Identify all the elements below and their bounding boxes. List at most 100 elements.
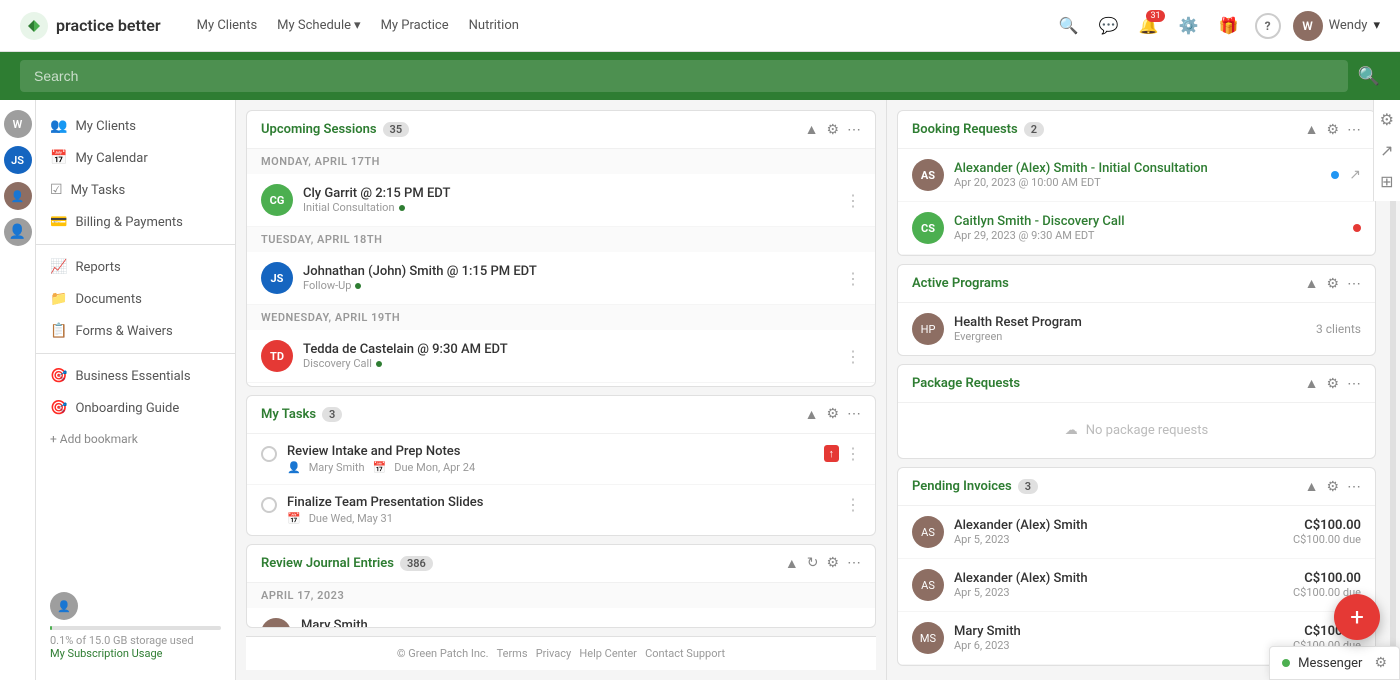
- right-settings-button[interactable]: ⚙: [1380, 110, 1394, 129]
- task-actions-1: ↑ ⋮: [824, 444, 862, 463]
- sidebar-item-reports[interactable]: 📈 Reports: [36, 251, 235, 283]
- footer-privacy[interactable]: Privacy: [536, 647, 572, 660]
- invoice-date-2: Apr 5, 2023: [954, 586, 1283, 599]
- upcoming-sessions-settings[interactable]: ⚙: [826, 122, 839, 138]
- date-monday: MONDAY, APRIL 17TH: [247, 149, 875, 174]
- clients-icon: 👥: [50, 118, 67, 134]
- session-avatar-td: TD: [261, 340, 293, 372]
- active-programs-collapse[interactable]: ▲: [1305, 275, 1319, 292]
- package-requests-more[interactable]: ⋯: [1347, 376, 1361, 392]
- program-clients-1: 3 clients: [1316, 322, 1361, 336]
- package-requests-settings[interactable]: ⚙: [1326, 376, 1339, 392]
- side-avatar-js[interactable]: JS: [4, 146, 32, 174]
- active-programs-header: Active Programs ▲ ⚙ ⋯: [898, 265, 1375, 303]
- nav-links: My Clients My Schedule My Practice Nutri…: [197, 18, 1031, 33]
- upcoming-sessions-more[interactable]: ⋯: [847, 122, 861, 138]
- nav-my-clients[interactable]: My Clients: [197, 18, 258, 33]
- nav-actions: 🔍 💬 🔔 31 ⚙️ 🎁 ? W Wendy ▾: [1055, 11, 1380, 41]
- sidebar-item-my-clients[interactable]: 👥 My Clients: [36, 110, 235, 142]
- invoice-avatar-1: AS: [912, 516, 944, 548]
- my-tasks-header: My Tasks 3 ▲ ⚙ ⋯: [247, 396, 875, 434]
- footer-contact[interactable]: Contact Support: [645, 647, 725, 660]
- nav-my-schedule[interactable]: My Schedule: [277, 18, 360, 33]
- messenger-settings-icon[interactable]: ⚙: [1374, 655, 1387, 671]
- notification-button[interactable]: 🔔 31: [1135, 12, 1163, 40]
- pending-invoices-settings[interactable]: ⚙: [1326, 479, 1339, 495]
- active-programs-more[interactable]: ⋯: [1347, 276, 1361, 292]
- user-chevron: ▾: [1373, 18, 1380, 33]
- task-checkbox-2[interactable]: [261, 497, 277, 513]
- add-bookmark-button[interactable]: + Add bookmark: [36, 424, 235, 454]
- review-journal-settings[interactable]: ⚙: [826, 555, 839, 571]
- review-journal-collapse[interactable]: ▲: [785, 555, 799, 572]
- program-sub-1: Evergreen: [954, 330, 1306, 343]
- my-tasks-settings[interactable]: ⚙: [826, 406, 839, 422]
- messenger-bar[interactable]: Messenger ⚙: [1269, 646, 1400, 680]
- task-name-2: Finalize Team Presentation Slides: [287, 495, 835, 510]
- task-menu-1[interactable]: ⋮: [845, 444, 861, 463]
- sidebar-item-forms[interactable]: 📋 Forms & Waivers: [36, 315, 235, 347]
- review-journal-refresh[interactable]: ↻: [807, 555, 819, 571]
- user-menu-button[interactable]: W Wendy ▾: [1293, 11, 1380, 41]
- session-item-vm: VM Vivyan MacTague @ 11:00 AM EDT Follow…: [247, 383, 875, 387]
- side-avatar-user[interactable]: W: [4, 110, 32, 138]
- upcoming-sessions-label: Upcoming Sessions: [261, 122, 377, 137]
- review-journal-title: Review Journal Entries 386: [261, 556, 433, 571]
- booking-name-1[interactable]: Alexander (Alex) Smith - Initial Consult…: [954, 161, 1321, 176]
- pending-invoices-more[interactable]: ⋯: [1347, 479, 1361, 495]
- sidebar-footer: 👤 0.1% of 15.0 GB storage used My Subscr…: [36, 582, 235, 670]
- fab-add-button[interactable]: +: [1334, 594, 1380, 640]
- booking-requests-collapse[interactable]: ▲: [1305, 121, 1319, 138]
- review-journal-more[interactable]: ⋯: [847, 555, 861, 571]
- booking-requests-settings[interactable]: ⚙: [1326, 122, 1339, 138]
- session-item-cg: CG Cly Garrit @ 2:15 PM EDT Initial Cons…: [247, 174, 875, 227]
- task-menu-2[interactable]: ⋮: [845, 495, 861, 514]
- search-submit-button[interactable]: 🔍: [1358, 66, 1380, 87]
- package-requests-collapse[interactable]: ▲: [1305, 375, 1319, 392]
- booking-name-2[interactable]: Caitlyn Smith - Discovery Call: [954, 214, 1343, 229]
- gift-nav-button[interactable]: 🎁: [1215, 12, 1243, 40]
- task-checkbox-1[interactable]: [261, 446, 277, 462]
- sidebar-user-icon[interactable]: 👤: [50, 592, 78, 620]
- sidebar-item-billing[interactable]: 💳 Billing & Payments: [36, 206, 235, 238]
- my-tasks-more[interactable]: ⋯: [847, 406, 861, 422]
- nav-my-practice[interactable]: My Practice: [381, 18, 449, 33]
- invoice-total-1: C$100.00: [1293, 518, 1361, 533]
- help-nav-button[interactable]: ?: [1255, 13, 1281, 39]
- sidebar-item-my-calendar[interactable]: 📅 My Calendar: [36, 142, 235, 174]
- sidebar-item-onboarding[interactable]: 🎯 Onboarding Guide: [36, 392, 235, 424]
- nav-nutrition[interactable]: Nutrition: [469, 18, 519, 33]
- booking-requests-label: Booking Requests: [912, 122, 1018, 137]
- session-dot-js: [355, 283, 361, 289]
- booking-requests-more[interactable]: ⋯: [1347, 122, 1361, 138]
- right-export-button[interactable]: ↗: [1380, 141, 1393, 160]
- booking-avatar-2: CS: [912, 212, 944, 244]
- sidebar-item-documents[interactable]: 📁 Documents: [36, 283, 235, 315]
- settings-nav-button[interactable]: ⚙️: [1175, 12, 1203, 40]
- sidebar-item-business[interactable]: 🎯 Business Essentials: [36, 360, 235, 392]
- package-requests-actions: ▲ ⚙ ⋯: [1305, 375, 1361, 392]
- search-input[interactable]: [20, 60, 1348, 92]
- side-avatar-person2[interactable]: 👤: [4, 182, 32, 210]
- session-menu-js[interactable]: ⋮: [845, 269, 861, 288]
- logo-area[interactable]: practice better: [20, 12, 161, 40]
- task-priority-flag-1[interactable]: ↑: [824, 445, 840, 462]
- footer-terms[interactable]: Terms: [497, 647, 528, 660]
- upcoming-sessions-collapse[interactable]: ▲: [805, 121, 819, 138]
- session-menu-cg[interactable]: ⋮: [845, 191, 861, 210]
- side-avatar-person3[interactable]: 👤: [4, 218, 32, 246]
- chat-nav-button[interactable]: 💬: [1095, 12, 1123, 40]
- invoice-name-3: Mary Smith: [954, 624, 1283, 639]
- my-tasks-collapse[interactable]: ▲: [805, 406, 819, 423]
- right-grid-button[interactable]: ⊞: [1380, 172, 1393, 191]
- active-programs-settings[interactable]: ⚙: [1326, 276, 1339, 292]
- session-menu-td[interactable]: ⋮: [845, 347, 861, 366]
- pending-invoices-collapse[interactable]: ▲: [1305, 478, 1319, 495]
- active-programs-widget: Active Programs ▲ ⚙ ⋯ HP Health Reset Pr…: [897, 264, 1376, 356]
- pending-invoices-count: 3: [1018, 479, 1038, 494]
- subscription-link[interactable]: My Subscription Usage: [50, 647, 221, 660]
- footer-help[interactable]: Help Center: [579, 647, 637, 660]
- search-nav-button[interactable]: 🔍: [1055, 12, 1083, 40]
- sidebar-item-my-tasks[interactable]: ☑ My Tasks: [36, 174, 235, 206]
- review-journal-widget: Review Journal Entries 386 ▲ ↻ ⚙ ⋯ APRIL…: [246, 544, 876, 628]
